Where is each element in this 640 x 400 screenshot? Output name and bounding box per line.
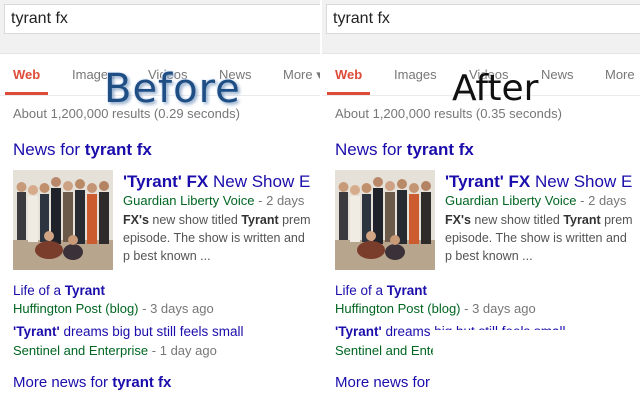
tab-videos[interactable]: Videos <box>148 67 188 82</box>
cast-photo-thumbnail <box>335 170 435 270</box>
occlusion-mask <box>435 330 640 400</box>
cast-photo-thumbnail <box>13 170 113 270</box>
news-link-1-title[interactable]: Life of a Tyrant <box>335 283 427 298</box>
story-title-rest: New Show E <box>534 172 633 191</box>
news-heading-link[interactable]: News for tyrant fx <box>335 140 474 160</box>
more-news-link[interactable]: More news for tyrant fx <box>13 374 171 391</box>
tab-images[interactable]: Images <box>394 67 437 82</box>
news-story-source: Guardian Liberty Voice - 2 days <box>445 193 626 208</box>
story-title-quote: 'Tyrant' <box>445 172 504 191</box>
link-1-prefix: Life of a <box>13 283 65 298</box>
story-source-age: - 2 days <box>258 193 305 208</box>
search-box[interactable] <box>326 4 640 34</box>
snippet-tyrant: Tyrant <box>563 213 601 227</box>
news-link-1-source: Huffington Post (blog) - 3 days ago <box>13 301 214 316</box>
news-link-2-source: Sentinel and Enterprise <box>335 343 433 358</box>
news-story-title[interactable]: 'Tyrant' FX New Show E <box>445 172 632 192</box>
tab-news[interactable]: News <box>541 67 574 82</box>
search-input[interactable] <box>5 5 320 28</box>
link-2-bold: 'Tyrant' <box>335 324 382 339</box>
search-tabs: Web Images Videos News More <box>322 54 640 96</box>
news-heading-query: tyrant fx <box>84 140 152 159</box>
news-link-1-title[interactable]: Life of a Tyrant <box>13 283 105 298</box>
link-2-source-name: Sentinel and Enterprise <box>335 343 433 358</box>
news-heading-prefix: News for <box>13 140 85 159</box>
news-link-2-title[interactable]: 'Tyrant' dreams big but still feels smal… <box>13 324 244 339</box>
story-source-age: - 2 days <box>580 193 627 208</box>
more-news-prefix: More news for <box>335 374 431 391</box>
news-thumbnail[interactable] <box>13 170 113 270</box>
story-title-fx: FX <box>508 172 531 191</box>
before-panel: Web Images Videos News More ▾ About 1,20… <box>0 0 320 400</box>
news-story-title[interactable]: 'Tyrant' FX New Show E <box>123 172 310 192</box>
link-1-bold: Tyrant <box>64 283 106 298</box>
more-news-link[interactable]: More news for <box>335 374 434 391</box>
link-1-source-name: Huffington Post (blog) <box>335 301 461 316</box>
link-1-source-name: Huffington Post (blog) <box>13 301 139 316</box>
result-stats: About 1,200,000 results (0.35 seconds) <box>335 106 562 121</box>
news-heading-prefix: News for <box>335 140 407 159</box>
news-story-snippet: FX's new show titled Tyrant prem episode… <box>445 211 635 265</box>
tab-images[interactable]: Images <box>72 67 115 82</box>
tab-news[interactable]: News <box>219 67 252 82</box>
story-source-name: Guardian Liberty Voice <box>445 193 577 208</box>
news-heading-query: tyrant fx <box>406 140 474 159</box>
news-story-source: Guardian Liberty Voice - 2 days <box>123 193 304 208</box>
news-link-2-source: Sentinel and Enterprise - 1 day ago <box>13 343 217 358</box>
link-2-source-name: Sentinel and Enterprise <box>13 343 149 358</box>
result-stats: About 1,200,000 results (0.29 seconds) <box>13 106 240 121</box>
link-2-rest: dreams big but still feels small <box>63 324 244 339</box>
link-1-prefix: Life of a <box>335 283 387 298</box>
news-story-snippet: FX's new show titled Tyrant prem episode… <box>123 211 313 265</box>
more-news-prefix: More news for <box>13 374 113 391</box>
snippet-lead: FX's <box>445 213 471 227</box>
link-1-age: - 3 days ago <box>142 301 214 316</box>
search-header <box>322 0 640 54</box>
snippet-tyrant: Tyrant <box>241 213 279 227</box>
search-header <box>0 0 320 54</box>
search-box[interactable] <box>4 4 320 34</box>
search-tabs: Web Images Videos News More ▾ <box>0 54 320 96</box>
tab-web[interactable]: Web <box>4 67 49 95</box>
story-source-name: Guardian Liberty Voice <box>123 193 255 208</box>
tab-videos[interactable]: Videos <box>469 67 509 82</box>
news-thumbnail[interactable] <box>335 170 435 270</box>
story-title-rest: New Show E <box>212 172 311 191</box>
snippet-mid: new show titled <box>152 213 238 227</box>
story-title-fx: FX <box>186 172 209 191</box>
search-input[interactable] <box>327 5 640 28</box>
tab-more[interactable]: More ▾ <box>283 67 320 83</box>
news-heading-link[interactable]: News for tyrant fx <box>13 140 152 160</box>
tab-web[interactable]: Web <box>326 67 371 95</box>
more-news-query: tyrant fx <box>112 374 172 391</box>
link-1-age: - 3 days ago <box>464 301 536 316</box>
link-2-bold: 'Tyrant' <box>13 324 60 339</box>
link-1-bold: Tyrant <box>386 283 428 298</box>
snippet-lead: FX's <box>123 213 149 227</box>
snippet-mid: new show titled <box>474 213 560 227</box>
link-2-age: - 1 day ago <box>151 343 217 358</box>
story-title-quote: 'Tyrant' <box>123 172 182 191</box>
news-link-1-source: Huffington Post (blog) - 3 days ago <box>335 301 536 316</box>
tab-more[interactable]: More <box>605 67 635 82</box>
comparison-stage: Web Images Videos News More ▾ About 1,20… <box>0 0 640 400</box>
